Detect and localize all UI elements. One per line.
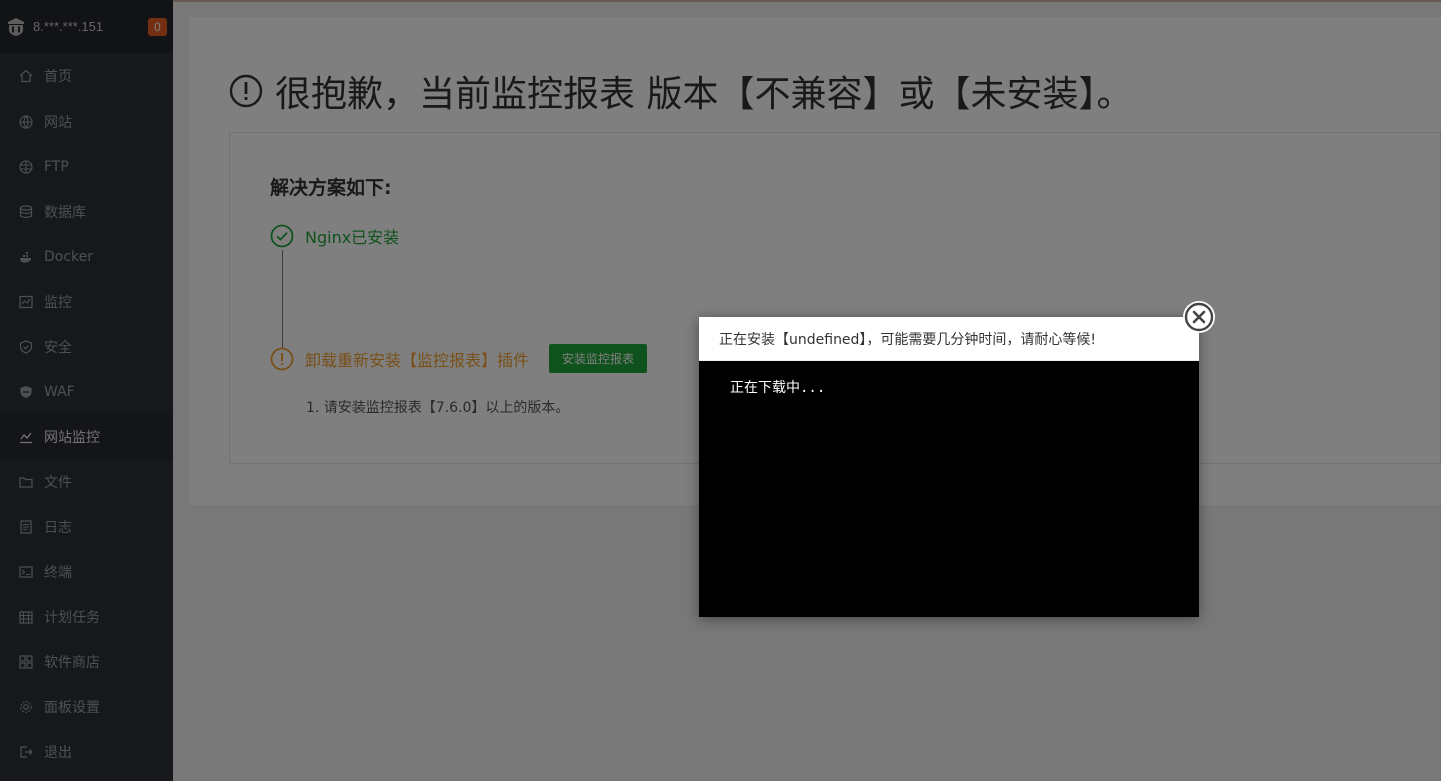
close-dialog-button[interactable]	[1183, 301, 1215, 333]
close-icon	[1184, 302, 1214, 332]
dialog-log: 正在下载中...	[730, 380, 826, 396]
dialog-title: 正在安装【undefined】，可能需要几分钟时间，请耐心等候!	[699, 317, 1199, 361]
install-dialog: 正在安装【undefined】，可能需要几分钟时间，请耐心等候! 正在下载中..…	[699, 317, 1199, 617]
